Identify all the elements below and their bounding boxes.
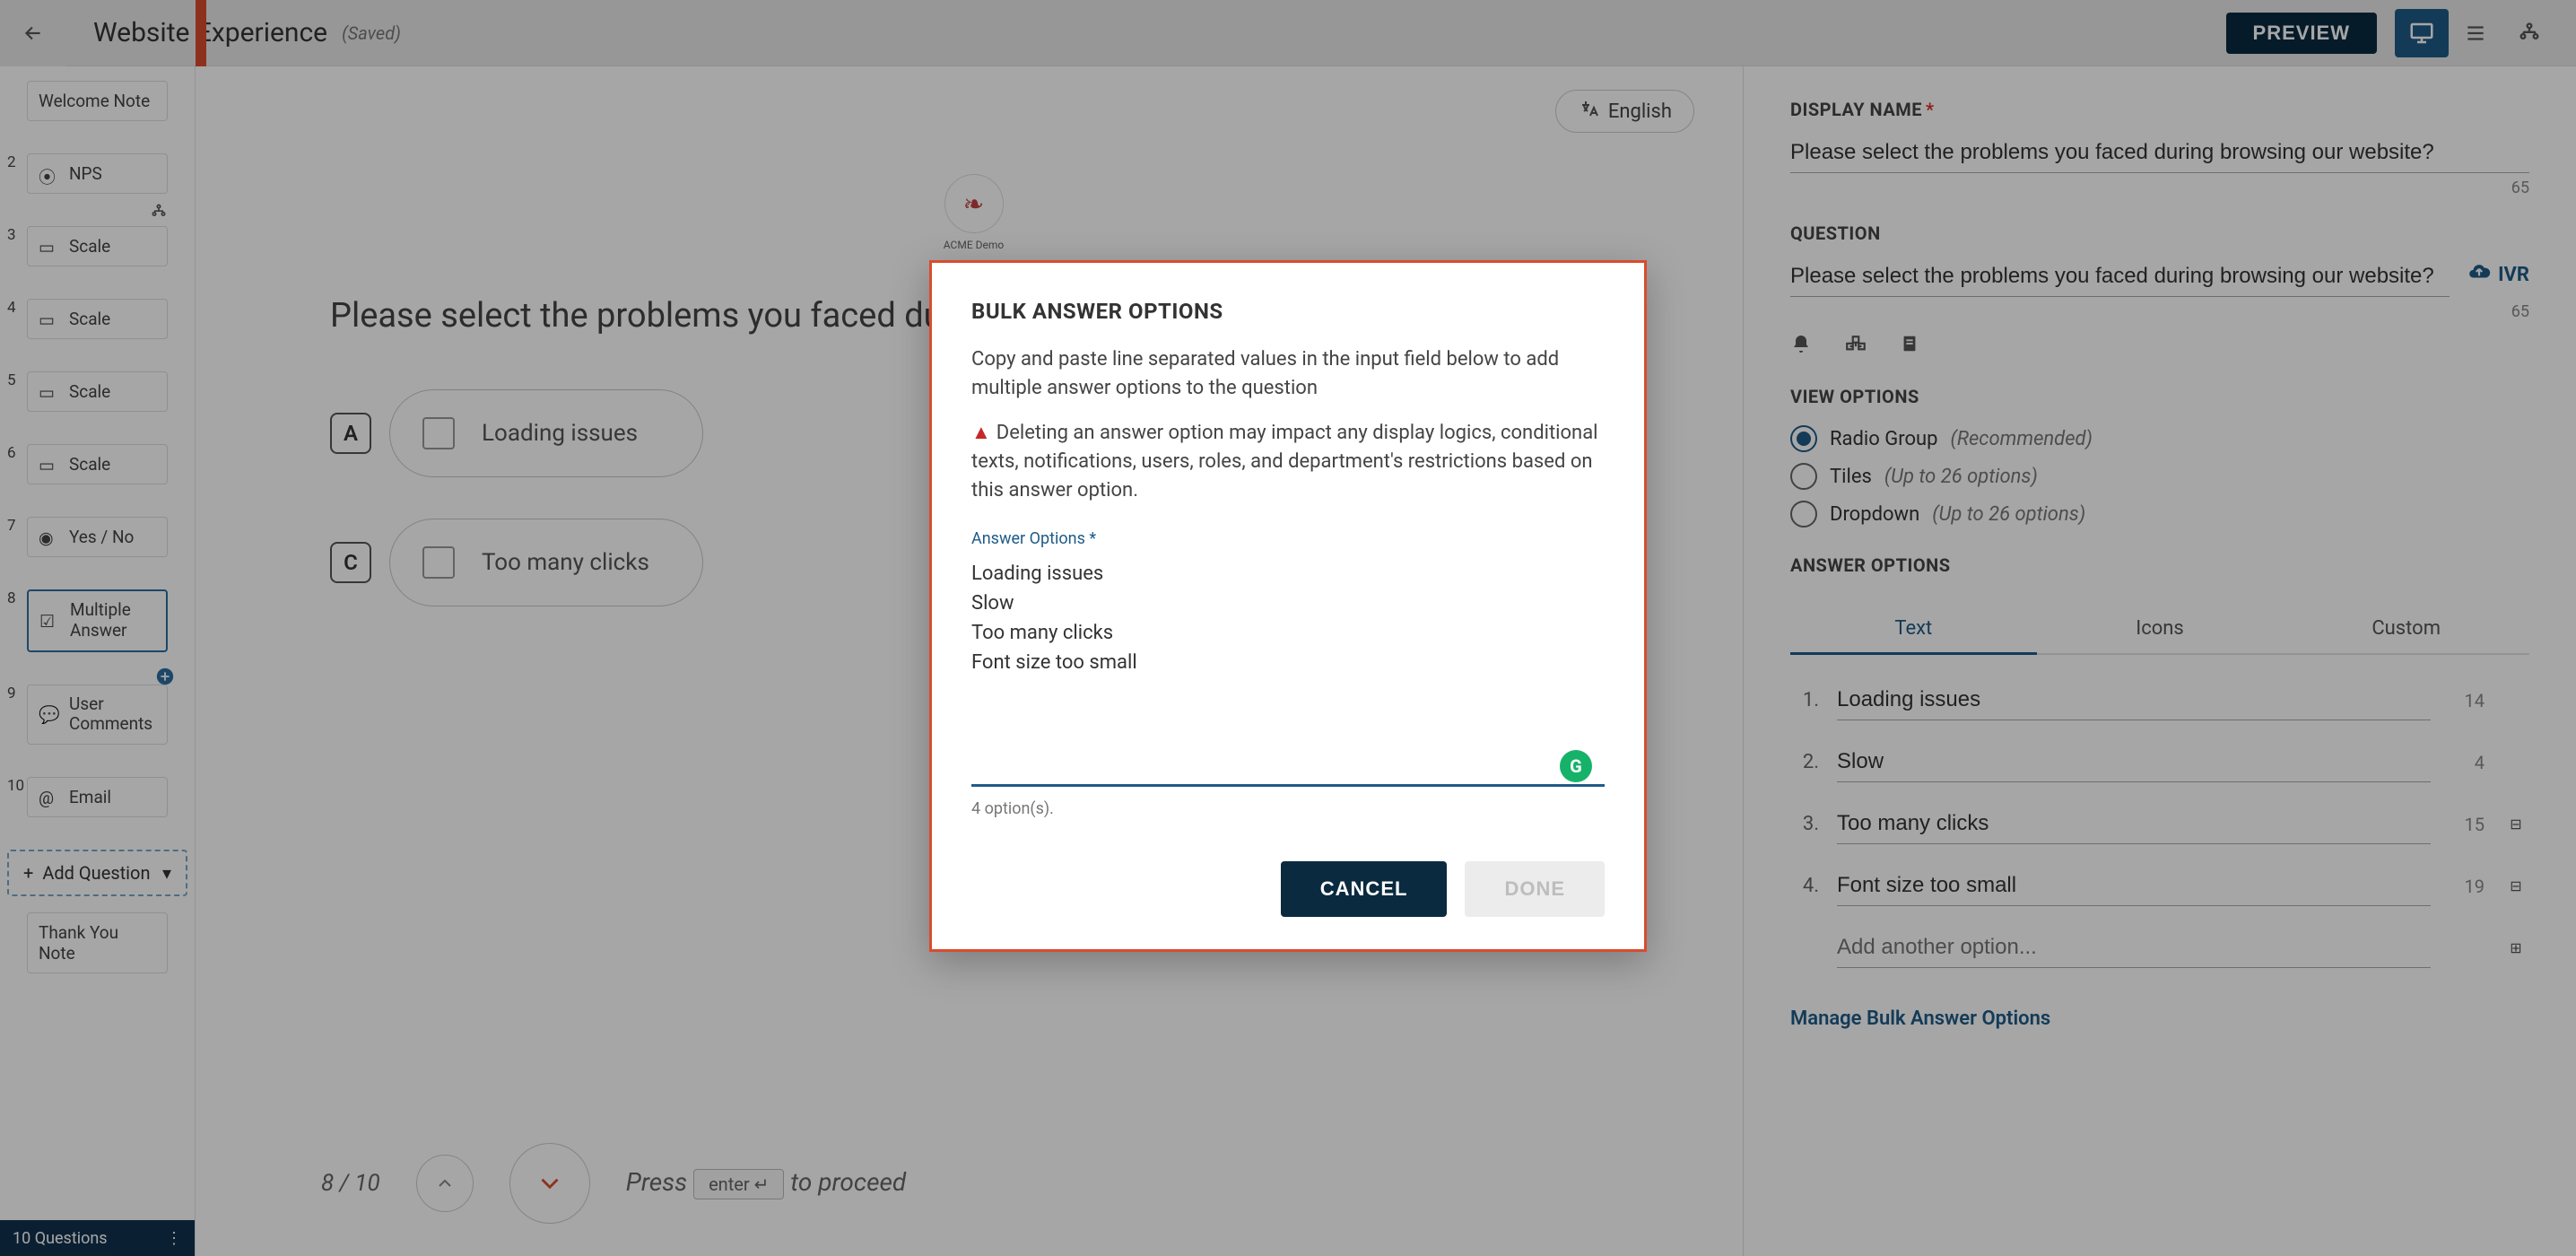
done-button[interactable]: DONE <box>1465 861 1605 917</box>
bulk-answer-modal: BULK ANSWER OPTIONS Copy and paste line … <box>929 260 1647 952</box>
modal-warning: ▲Deleting an answer option may impact an… <box>971 419 1605 505</box>
modal-description: Copy and paste line separated values in … <box>971 345 1605 403</box>
modal-title: BULK ANSWER OPTIONS <box>971 299 1605 324</box>
textarea-label: Answer Options * <box>971 529 1605 548</box>
warning-icon: ▲ <box>971 422 991 444</box>
bulk-options-textarea[interactable] <box>971 554 1605 787</box>
modal-actions: CANCEL DONE <box>971 861 1605 917</box>
modal-overlay[interactable]: BULK ANSWER OPTIONS Copy and paste line … <box>0 0 2576 1256</box>
cancel-button[interactable]: CANCEL <box>1281 861 1448 917</box>
option-count-label: 4 option(s). <box>971 799 1605 818</box>
